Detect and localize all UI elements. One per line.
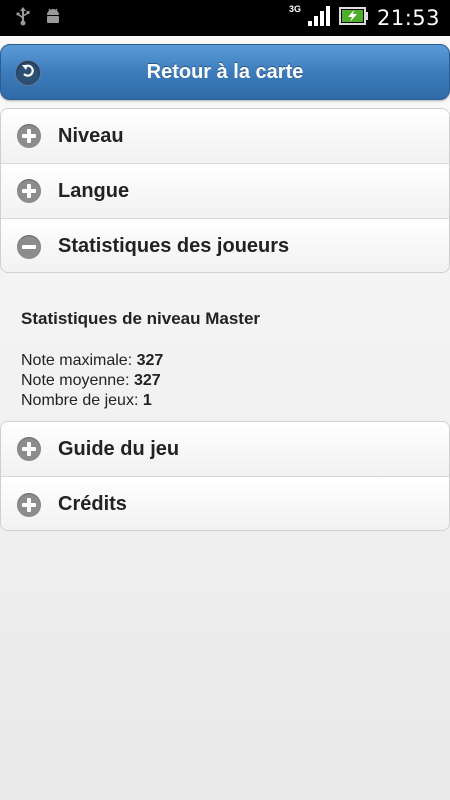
plus-icon bbox=[17, 179, 41, 203]
android-icon bbox=[44, 7, 62, 30]
games-count-label: Nombre de jeux: bbox=[21, 392, 139, 409]
section-niveau[interactable]: Niveau bbox=[1, 109, 449, 164]
back-to-map-button[interactable]: Retour à la carte bbox=[147, 61, 304, 84]
section-label: Guide du jeu bbox=[58, 437, 180, 460]
plus-icon bbox=[17, 437, 41, 461]
signal-icon bbox=[307, 5, 331, 32]
section-label: Crédits bbox=[58, 493, 127, 515]
info-list: Guide du jeu Crédits bbox=[0, 421, 450, 531]
max-score-value: 327 bbox=[136, 352, 164, 369]
header-bar: Retour à la carte bbox=[0, 44, 450, 100]
stats-title: Statistiques de niveau Master bbox=[21, 309, 261, 328]
settings-list: Niveau Langue Statistiques des joueurs bbox=[0, 108, 450, 273]
battery-charging-icon bbox=[338, 6, 369, 31]
avg-score-label: Note moyenne: bbox=[21, 372, 130, 389]
section-langue[interactable]: Langue bbox=[1, 164, 449, 219]
max-score-line: Note maximale: 327 bbox=[21, 351, 450, 371]
status-bar: 3G 21:53 bbox=[0, 0, 450, 36]
section-credits[interactable]: Crédits bbox=[1, 477, 449, 530]
games-count-value: 1 bbox=[142, 392, 152, 409]
back-button[interactable] bbox=[15, 60, 41, 86]
usb-icon bbox=[16, 6, 30, 31]
player-stats-panel: Statistiques de niveau Master Note maxim… bbox=[0, 273, 450, 421]
network-type: 3G bbox=[288, 4, 301, 14]
minus-icon bbox=[17, 234, 41, 259]
avg-score-line: Note moyenne: 327 bbox=[21, 371, 450, 391]
games-count-line: Nombre de jeux: 1 bbox=[21, 391, 450, 411]
plus-icon bbox=[17, 492, 41, 517]
section-guide[interactable]: Guide du jeu bbox=[1, 422, 449, 477]
section-label: Statistiques des joueurs bbox=[58, 235, 290, 257]
section-label: Langue bbox=[58, 179, 130, 202]
max-score-label: Note maximale: bbox=[21, 352, 133, 369]
avg-score-value: 327 bbox=[133, 372, 161, 389]
plus-icon bbox=[17, 124, 41, 148]
clock: 21:53 bbox=[376, 6, 440, 30]
section-label: Niveau bbox=[58, 124, 124, 147]
section-statistiques[interactable]: Statistiques des joueurs bbox=[1, 219, 449, 272]
back-arrow-icon bbox=[20, 63, 36, 84]
